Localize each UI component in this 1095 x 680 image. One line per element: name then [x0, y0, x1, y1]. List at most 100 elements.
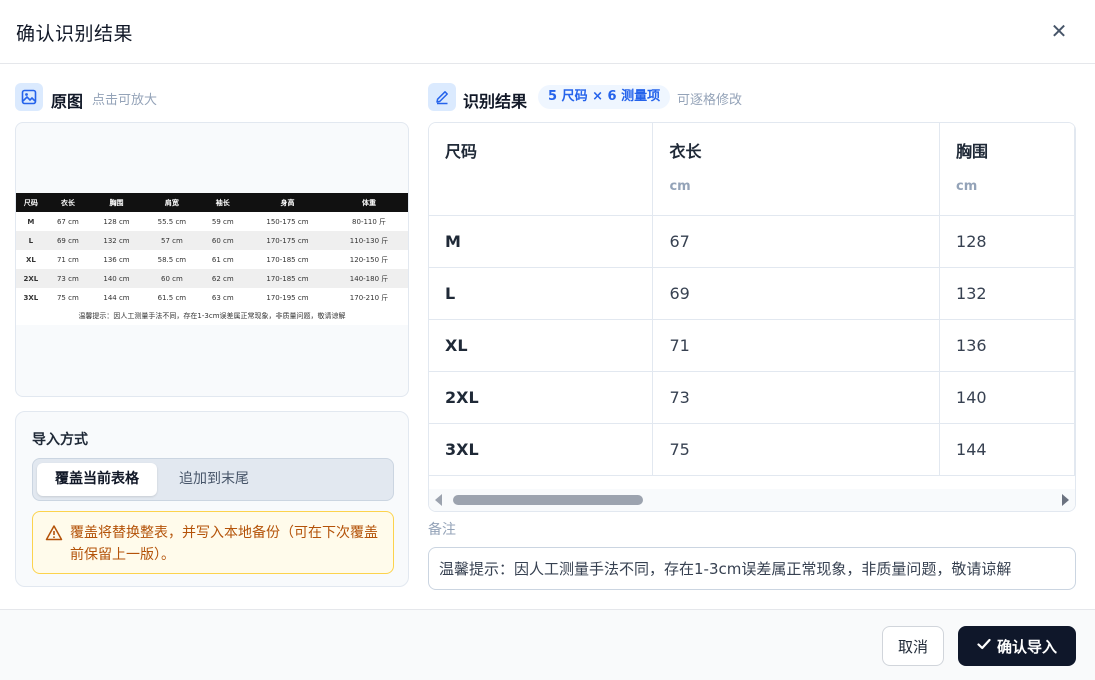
preview-row: M 67 cm 128 cm 55.5 cm 59 cm 150-175 cm …: [16, 212, 408, 231]
preview-cell: 67 cm: [45, 212, 90, 231]
scroll-right-arrow-icon[interactable]: [1062, 494, 1069, 506]
preview-cell: 144 cm: [89, 288, 144, 307]
preview-cell: 58.5 cm: [143, 250, 201, 269]
original-image-preview[interactable]: 尺码 衣长 胸围 肩宽 袖长 身高 体重 M 67 cm 128 cm 55.5…: [15, 122, 409, 397]
preview-row: 3XL 75 cm 144 cm 61.5 cm 63 cm 170-195 c…: [16, 288, 408, 307]
preview-cell: 80-110 斤: [330, 212, 408, 231]
preview-cell: 170-185 cm: [244, 250, 331, 269]
preview-cell: XL: [16, 250, 46, 269]
value-cell[interactable]: 144: [939, 423, 1075, 476]
table-row: XL 71 136: [429, 319, 1075, 372]
preview-header: 胸围: [89, 193, 144, 212]
horizontal-scrollbar[interactable]: [429, 489, 1075, 511]
size-cell[interactable]: 2XL: [429, 371, 654, 424]
cancel-button[interactable]: 取消: [882, 626, 944, 666]
preview-cell: 73 cm: [45, 269, 90, 288]
preview-cell: 75 cm: [45, 288, 90, 307]
value-cell[interactable]: 136: [939, 319, 1075, 372]
preview-size-table: 尺码 衣长 胸围 肩宽 袖长 身高 体重 M 67 cm 128 cm 55.5…: [16, 193, 408, 307]
preview-row: L 69 cm 132 cm 57 cm 60 cm 170-175 cm 11…: [16, 231, 408, 250]
preview-note: 温馨提示：因人工测量手法不同，存在1-3cm误差属正常现象，非质量问题，敬请谅解: [16, 307, 408, 325]
overwrite-option[interactable]: 覆盖当前表格: [37, 463, 157, 496]
column-name: 尺码: [445, 142, 478, 161]
preview-cell: 3XL: [16, 288, 46, 307]
preview-cell: 57 cm: [143, 231, 201, 250]
size-cell[interactable]: 3XL: [429, 423, 654, 476]
value-cell[interactable]: 71: [652, 319, 941, 372]
column-header-length: 衣长 cm: [652, 123, 941, 216]
preview-cell: 140-180 斤: [330, 269, 408, 288]
zoom-hint: 点击可放大: [92, 93, 158, 108]
preview-cell: 128 cm: [89, 212, 144, 231]
result-grid: 尺码 衣长 cm 胸围 cm M 67 128 L 69 132 XL 71 1…: [428, 122, 1076, 512]
size-cell[interactable]: XL: [429, 319, 654, 372]
preview-cell: 60 cm: [143, 269, 201, 288]
preview-cell: M: [16, 212, 46, 231]
preview-cell: 140 cm: [89, 269, 144, 288]
count-badge: 5 尺码 × 6 测量项: [538, 85, 671, 109]
import-mode-toggle: 覆盖当前表格 追加到末尾: [32, 458, 394, 501]
table-row: L 69 132: [429, 267, 1075, 320]
value-cell[interactable]: 67: [652, 215, 941, 268]
image-icon: [15, 83, 43, 111]
table-row: 2XL 73 140: [429, 371, 1075, 424]
confirm-label: 确认导入: [996, 637, 1057, 656]
confirm-import-button[interactable]: 确认导入: [958, 626, 1076, 666]
note-input[interactable]: [428, 547, 1076, 590]
preview-cell: 2XL: [16, 269, 46, 288]
column-name: 衣长: [669, 142, 702, 161]
column-header-size: 尺码: [429, 123, 654, 216]
column-header-chest: 胸围 cm: [939, 123, 1075, 216]
size-cell[interactable]: L: [429, 267, 654, 320]
import-mode-title: 导入方式: [32, 432, 88, 448]
size-cell[interactable]: M: [429, 215, 654, 268]
preview-cell: 61.5 cm: [143, 288, 201, 307]
value-cell[interactable]: 69: [652, 267, 941, 320]
import-mode-panel: 导入方式 覆盖当前表格 追加到末尾 覆盖将替换整表，并写入本地备份（可在下次覆盖…: [15, 411, 409, 587]
dialog-title: 确认识别结果: [16, 23, 134, 45]
value-cell[interactable]: 128: [939, 215, 1075, 268]
preview-cell: 170-195 cm: [244, 288, 331, 307]
preview-header: 衣长: [45, 193, 90, 212]
dialog-header: 确认识别结果 ✕: [0, 0, 1095, 64]
warning-triangle-icon: [45, 524, 63, 546]
preview-cell: 170-185 cm: [244, 269, 331, 288]
result-table: 尺码 衣长 cm 胸围 cm M 67 128 L 69 132 XL 71 1…: [429, 123, 1075, 476]
preview-cell: 136 cm: [89, 250, 144, 269]
preview-cell: 62 cm: [200, 269, 245, 288]
value-cell[interactable]: 140: [939, 371, 1075, 424]
preview-cell: 59 cm: [200, 212, 245, 231]
preview-cell: 61 cm: [200, 250, 245, 269]
original-label: 原图: [51, 92, 84, 111]
append-option[interactable]: 追加到末尾: [161, 463, 267, 496]
column-unit: cm: [956, 179, 978, 194]
close-icon[interactable]: ✕: [1049, 21, 1069, 41]
dialog-footer: 取消 确认导入: [0, 609, 1095, 680]
overwrite-warning: 覆盖将替换整表，并写入本地备份（可在下次覆盖前保留上一版）。: [32, 511, 394, 574]
preview-header: 身高: [244, 193, 331, 212]
preview-row: XL 71 cm 136 cm 58.5 cm 61 cm 170-185 cm…: [16, 250, 408, 269]
preview-cell: 110-130 斤: [330, 231, 408, 250]
preview-cell: L: [16, 231, 46, 250]
table-row: 3XL 75 144: [429, 423, 1075, 476]
preview-header: 袖长: [200, 193, 245, 212]
column-name: 胸围: [956, 142, 989, 161]
value-cell[interactable]: 73: [652, 371, 941, 424]
preview-cell: 55.5 cm: [143, 212, 201, 231]
preview-cell: 71 cm: [45, 250, 90, 269]
scrollbar-thumb[interactable]: [453, 495, 643, 505]
column-unit: cm: [669, 179, 691, 194]
value-cell[interactable]: 132: [939, 267, 1075, 320]
preview-cell: 170-175 cm: [244, 231, 331, 250]
value-cell[interactable]: 75: [652, 423, 941, 476]
preview-cell: 69 cm: [45, 231, 90, 250]
preview-cell: 150-175 cm: [244, 212, 331, 231]
preview-cell: 120-150 斤: [330, 250, 408, 269]
scroll-left-arrow-icon[interactable]: [435, 494, 442, 506]
preview-row: 2XL 73 cm 140 cm 60 cm 62 cm 170-185 cm …: [16, 269, 408, 288]
preview-header: 尺码: [16, 193, 46, 212]
result-label: 识别结果: [463, 92, 528, 111]
preview-cell: 170-210 斤: [330, 288, 408, 307]
warning-text: 覆盖将替换整表，并写入本地备份（可在下次覆盖前保留上一版）。: [70, 525, 378, 563]
preview-header: 肩宽: [143, 193, 201, 212]
